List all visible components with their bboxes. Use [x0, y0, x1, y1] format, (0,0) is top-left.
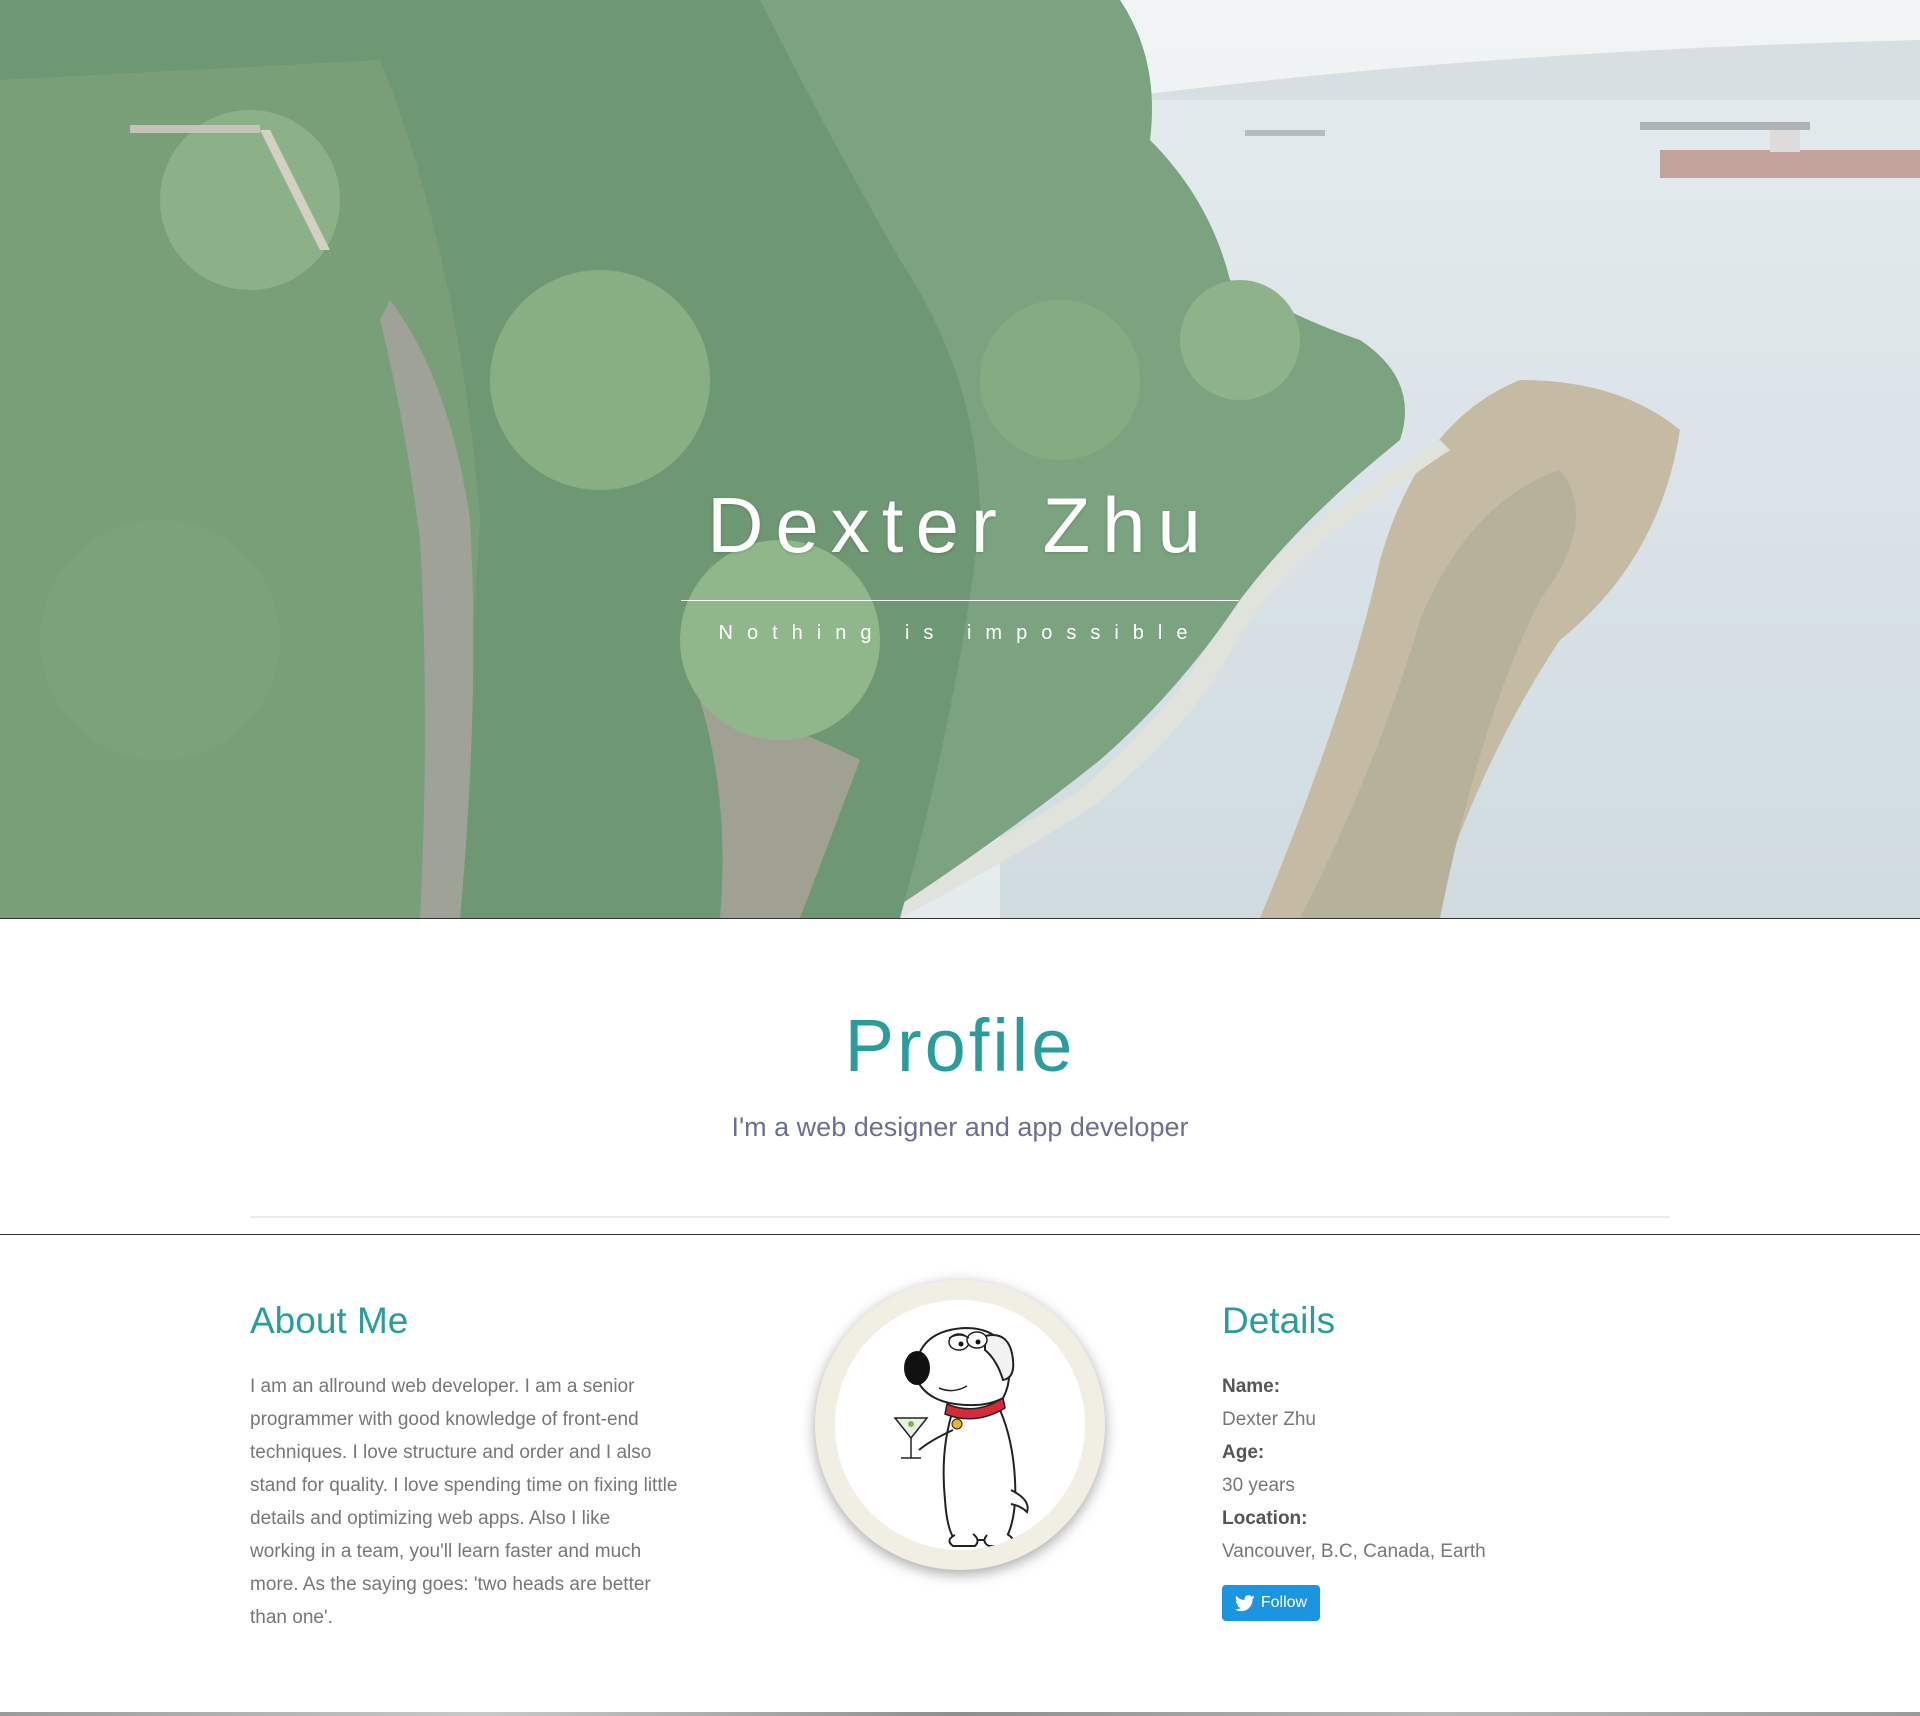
twitter-follow-button[interactable]: Follow [1222, 1585, 1320, 1621]
hero-overlay [0, 0, 1920, 918]
section-border [0, 1234, 1920, 1235]
about-text: I am an allround web developer. I am a s… [250, 1376, 678, 1628]
avatar [815, 1280, 1105, 1570]
name-value: Dexter Zhu [1222, 1409, 1316, 1430]
twitter-bird-icon [1234, 1594, 1255, 1611]
hero-divider [681, 600, 1239, 601]
location-value: Vancouver, B.C, Canada, Earth [1222, 1541, 1486, 1562]
details-list: Name: Dexter Zhu Age: 30 years Location:… [1222, 1370, 1642, 1568]
avatar-image [835, 1300, 1085, 1550]
next-section-edge [0, 1712, 1920, 1716]
age-label: Age: [1222, 1442, 1265, 1463]
follow-label: Follow [1260, 1594, 1308, 1611]
profile-title: Profile [844, 1004, 1076, 1087]
about-heading: About Me [250, 1300, 409, 1341]
age-value: 30 years [1222, 1475, 1295, 1496]
details-heading: Details [1222, 1300, 1336, 1341]
location-label: Location: [1222, 1508, 1308, 1529]
hero-banner: Dexter Zhu Nothing is impossible [0, 0, 1920, 919]
name-label: Name: [1222, 1376, 1281, 1397]
hero-tagline: Nothing is impossible [718, 622, 1202, 644]
cartoon-dog-avatar-icon [893, 1326, 1029, 1547]
profile-subtitle: I'm a web designer and app developer [731, 1112, 1189, 1142]
section-divider [250, 1216, 1670, 1218]
hero-title: Dexter Zhu [707, 481, 1213, 569]
